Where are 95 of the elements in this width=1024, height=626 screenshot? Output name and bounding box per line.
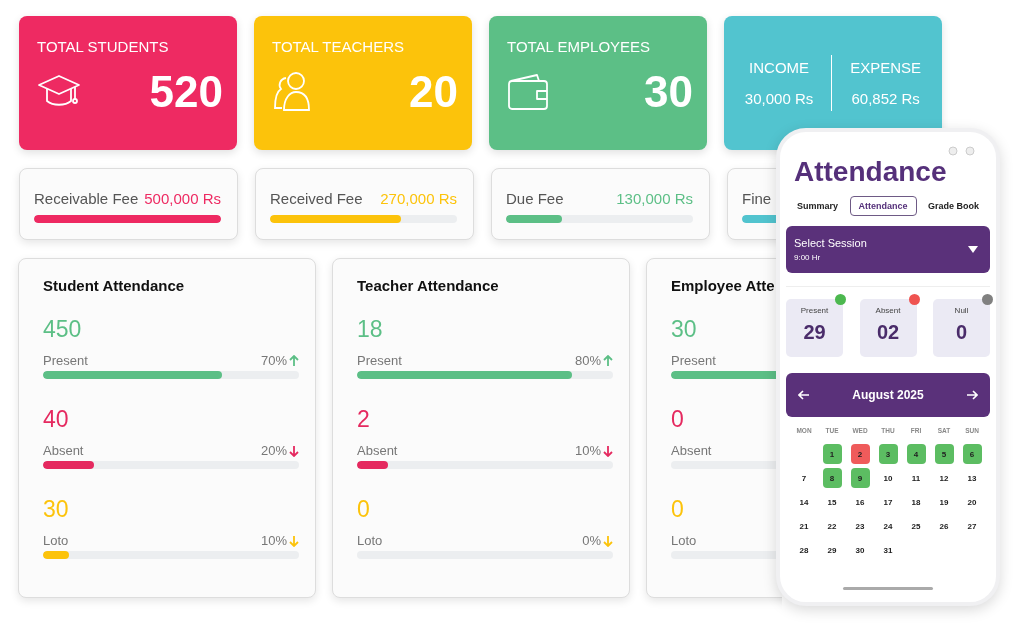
attendance-count: 30 <box>43 496 70 523</box>
stat-title: INCOME <box>749 59 810 76</box>
attendance-count: 450 <box>43 316 83 343</box>
tile-label: Absent <box>875 306 901 315</box>
attendance-count: 40 <box>43 406 70 433</box>
percent-text: 80% <box>574 353 601 368</box>
attendance-count: 0 <box>671 406 685 433</box>
fee-label: Received Fee <box>270 190 363 207</box>
tile-value: 29 <box>803 321 826 344</box>
stat-title: TOTAL STUDENTS <box>37 38 170 55</box>
calendar-day[interactable]: 3 <box>878 444 898 464</box>
attendance-label: Loto <box>357 533 384 548</box>
attendance-count: 2 <box>357 406 371 433</box>
attendance-count: 0 <box>357 496 371 523</box>
calendar-day[interactable]: 12 <box>934 468 954 488</box>
calendar-day[interactable]: 9 <box>850 468 870 488</box>
attendance-label: Loto <box>43 533 70 548</box>
calendar-day[interactable]: 20 <box>962 492 982 512</box>
attendance-label: Absent <box>671 443 713 458</box>
calendar-day[interactable]: 16 <box>850 492 870 512</box>
percent-text: 10% <box>260 533 287 548</box>
attendance-count: 30 <box>671 316 698 343</box>
percent-text: 70% <box>260 353 287 368</box>
calendar-day[interactable]: 19 <box>934 492 954 512</box>
card-title: Teacher Attendance <box>357 277 500 294</box>
percent-text: 20% <box>260 443 287 458</box>
stat-title: EXPENSE <box>850 59 922 76</box>
wallet-icon <box>507 73 549 111</box>
calendar-day[interactable]: 25 <box>906 516 926 536</box>
arrow-left-icon[interactable] <box>798 390 810 400</box>
card-title: Student Attendance <box>43 277 186 294</box>
calendar-day[interactable]: 31 <box>878 540 898 560</box>
calendar-day[interactable]: 23 <box>850 516 870 536</box>
stat-value: 20 <box>409 67 458 117</box>
calendar-day[interactable]: 27 <box>962 516 982 536</box>
stat-value: 60,852 Rs <box>851 90 920 107</box>
tab[interactable]: Grade Book <box>921 196 986 216</box>
calendar-day[interactable]: 29 <box>822 540 842 560</box>
attendance-label: Absent <box>43 443 85 458</box>
calendar-day[interactable]: 10 <box>878 468 898 488</box>
screen-title: Attendance <box>793 156 948 188</box>
fee-amount: 270,000 Rs <box>380 190 457 207</box>
percent-text: 0% <box>582 533 601 548</box>
stat-value: 520 <box>149 67 223 117</box>
stat-value: 30 <box>644 67 693 117</box>
calendar-day[interactable]: 24 <box>878 516 898 536</box>
attendance-label: Absent <box>357 443 399 458</box>
stat-title: TOTAL TEACHERS <box>272 38 405 55</box>
tile-label: Present <box>800 306 829 315</box>
calendar-day[interactable]: 4 <box>906 444 926 464</box>
calendar-day[interactable]: 26 <box>934 516 954 536</box>
calendar-day[interactable]: 30 <box>850 540 870 560</box>
calendar-day[interactable]: 15 <box>822 492 842 512</box>
calendar-day[interactable]: 6 <box>962 444 982 464</box>
dropdown-label: Select Session <box>794 237 867 249</box>
calendar-day[interactable]: 8 <box>822 468 842 488</box>
calendar-day[interactable]: 21 <box>794 516 814 536</box>
tab[interactable]: Attendance <box>849 196 917 216</box>
calendar-day[interactable]: 17 <box>878 492 898 512</box>
calendar-day[interactable]: 5 <box>934 444 954 464</box>
calendar-day[interactable]: 11 <box>906 468 926 488</box>
calendar-day[interactable]: 14 <box>794 492 814 512</box>
percent-text: 10% <box>574 443 601 458</box>
month-title: August 2025 <box>852 388 924 402</box>
session-dropdown[interactable]: Select Session 9:00 Hr <box>786 226 990 273</box>
fee-label: Due Fee <box>506 190 564 207</box>
arrow-right-icon[interactable] <box>966 390 978 400</box>
calendar-day[interactable]: 22 <box>822 516 842 536</box>
calendar-day[interactable]: 18 <box>906 492 926 512</box>
tab[interactable]: Summary <box>790 196 846 216</box>
calendar-day[interactable]: 1 <box>822 444 842 464</box>
tile-value: 02 <box>876 321 900 344</box>
attendance-label: Present <box>43 353 89 368</box>
fee-amount: 500,000 Rs <box>144 190 221 207</box>
attendance-label: Present <box>357 353 403 368</box>
stat-value: 30,000 Rs <box>744 90 814 107</box>
stat-title: TOTAL EMPLOYEES <box>507 38 652 55</box>
fee-label: Receivable Fee <box>34 190 139 207</box>
calendar-day[interactable]: 28 <box>794 540 814 560</box>
attendance-label: Loto <box>671 533 698 548</box>
attendance-count: 18 <box>357 316 384 343</box>
calendar-day[interactable]: 7 <box>794 468 814 488</box>
fee-label: Fine <box>742 190 772 207</box>
card-title: Employee Atte <box>671 277 776 294</box>
calendar-day[interactable]: 2 <box>850 444 870 464</box>
fee-amount: 130,000 Rs <box>616 190 693 207</box>
users-icon <box>272 70 312 114</box>
tile-value: 0 <box>955 321 968 344</box>
camera-icon <box>948 146 976 156</box>
attendance-label: Present <box>671 353 717 368</box>
caret-icon <box>968 246 978 253</box>
attendance-count: 0 <box>671 496 685 523</box>
tile-label: Null <box>954 306 969 315</box>
calendar-day[interactable]: 13 <box>962 468 982 488</box>
dropdown-value: 9:00 Hr <box>794 253 822 262</box>
